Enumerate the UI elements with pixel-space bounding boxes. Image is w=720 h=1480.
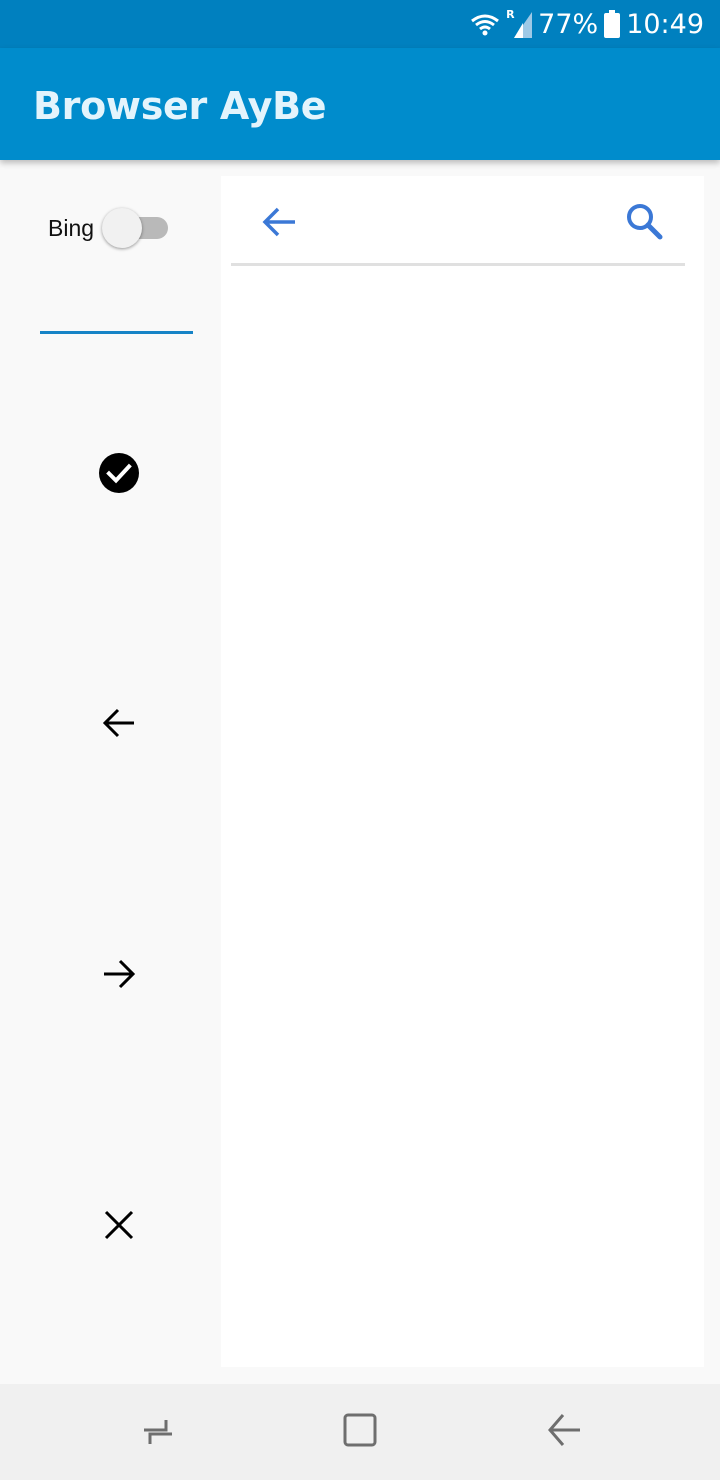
back-button[interactable] bbox=[88, 694, 150, 756]
signal-icon: R bbox=[506, 8, 533, 38]
sidebar: Bing bbox=[0, 160, 221, 1384]
close-icon bbox=[104, 1210, 134, 1245]
clock: 10:49 bbox=[626, 8, 704, 40]
wifi-icon bbox=[470, 12, 500, 36]
switch-thumb bbox=[102, 208, 143, 248]
arrow-back-icon bbox=[261, 205, 297, 244]
back-icon bbox=[542, 1410, 582, 1455]
bing-toggle-row: Bing bbox=[48, 206, 169, 250]
battery-icon bbox=[604, 10, 621, 38]
arrow-back-icon bbox=[102, 706, 136, 745]
confirm-button[interactable] bbox=[88, 444, 150, 506]
app-title: Browser AyBe bbox=[33, 84, 327, 128]
battery-percent: 77% bbox=[538, 8, 599, 40]
system-back-button[interactable] bbox=[538, 1408, 586, 1456]
close-button[interactable] bbox=[88, 1196, 150, 1258]
search-button[interactable] bbox=[621, 200, 667, 246]
status-bar: R 77% 10:49 bbox=[0, 0, 720, 48]
home-button[interactable] bbox=[336, 1408, 384, 1456]
search-icon bbox=[625, 202, 663, 245]
panel-back-button[interactable] bbox=[257, 202, 301, 246]
bing-toggle-label: Bing bbox=[48, 214, 95, 241]
sidebar-divider bbox=[40, 331, 193, 334]
recent-apps-button[interactable] bbox=[134, 1408, 182, 1456]
home-icon bbox=[340, 1410, 380, 1455]
check-circle-icon bbox=[98, 452, 140, 499]
arrow-forward-icon bbox=[102, 957, 136, 996]
bing-toggle-switch[interactable] bbox=[102, 208, 169, 248]
panel-divider bbox=[231, 263, 685, 266]
browser-panel bbox=[221, 176, 704, 1367]
recent-apps-icon bbox=[138, 1410, 178, 1455]
system-nav-bar bbox=[0, 1384, 720, 1480]
status-icons: R 77% 10:49 bbox=[470, 0, 704, 48]
app-bar: Browser AyBe bbox=[0, 48, 720, 160]
forward-button[interactable] bbox=[88, 945, 150, 1007]
